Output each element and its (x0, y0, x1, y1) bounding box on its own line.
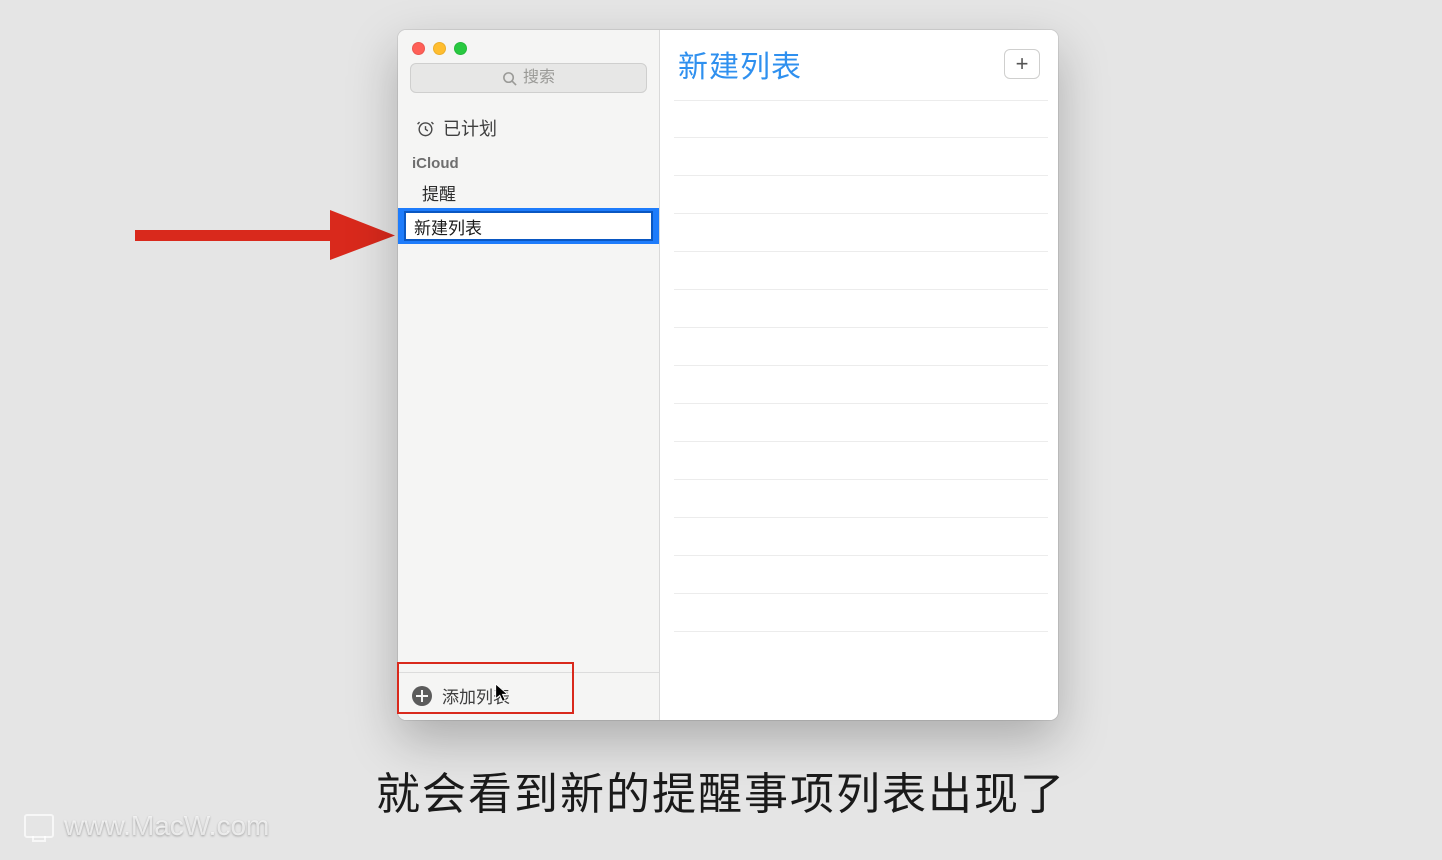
reminder-row[interactable] (674, 442, 1048, 480)
search-placeholder: 搜索 (523, 70, 555, 86)
reminder-row[interactable] (674, 556, 1048, 594)
search-icon (502, 71, 517, 86)
reminder-row[interactable] (674, 328, 1048, 366)
sidebar: 搜索 已计划 iCloud 提醒 (398, 30, 660, 720)
reminder-row[interactable] (674, 518, 1048, 556)
main-pane: 新建列表 + (660, 30, 1058, 720)
annotation-arrow-icon (135, 210, 395, 260)
reminder-row[interactable] (674, 594, 1048, 632)
zoom-button[interactable] (454, 42, 467, 55)
reminder-row[interactable] (674, 176, 1048, 214)
reminder-row[interactable] (674, 100, 1048, 138)
sidebar-item-reminders[interactable]: 提醒 (398, 176, 659, 208)
add-list-button[interactable]: 添加列表 (398, 672, 659, 720)
reminder-row[interactable] (674, 404, 1048, 442)
watermark-text: www.MacW.com (64, 810, 269, 842)
sidebar-section-title: iCloud (398, 149, 659, 176)
reminder-row[interactable] (674, 252, 1048, 290)
scheduled-item[interactable]: 已计划 (398, 109, 659, 149)
minimize-button[interactable] (433, 42, 446, 55)
reminders-window: 搜索 已计划 iCloud 提醒 (398, 30, 1058, 720)
add-list-label: 添加列表 (442, 683, 510, 708)
scheduled-label: 已计划 (443, 115, 497, 141)
sidebar-item-label: 提醒 (422, 180, 456, 205)
plus-icon: + (1016, 53, 1029, 75)
reminder-row[interactable] (674, 290, 1048, 328)
reminders-list[interactable] (660, 92, 1058, 720)
close-button[interactable] (412, 42, 425, 55)
list-name-input-value: 新建列表 (414, 214, 482, 239)
watermark-logo-icon (24, 814, 54, 838)
reminder-row[interactable] (674, 214, 1048, 252)
reminder-row[interactable] (674, 138, 1048, 176)
list-name-input[interactable]: 新建列表 (404, 211, 653, 241)
reminder-row[interactable] (674, 366, 1048, 404)
watermark: www.MacW.com (24, 810, 269, 842)
list-title: 新建列表 (678, 42, 1004, 86)
sidebar-item-new-list[interactable]: 新建列表 (398, 208, 659, 244)
search-input[interactable]: 搜索 (410, 63, 647, 93)
window-controls (398, 30, 659, 63)
add-reminder-button[interactable]: + (1004, 49, 1040, 79)
plus-circle-icon (412, 686, 432, 706)
alarm-clock-icon (416, 119, 435, 138)
reminder-row[interactable] (674, 480, 1048, 518)
